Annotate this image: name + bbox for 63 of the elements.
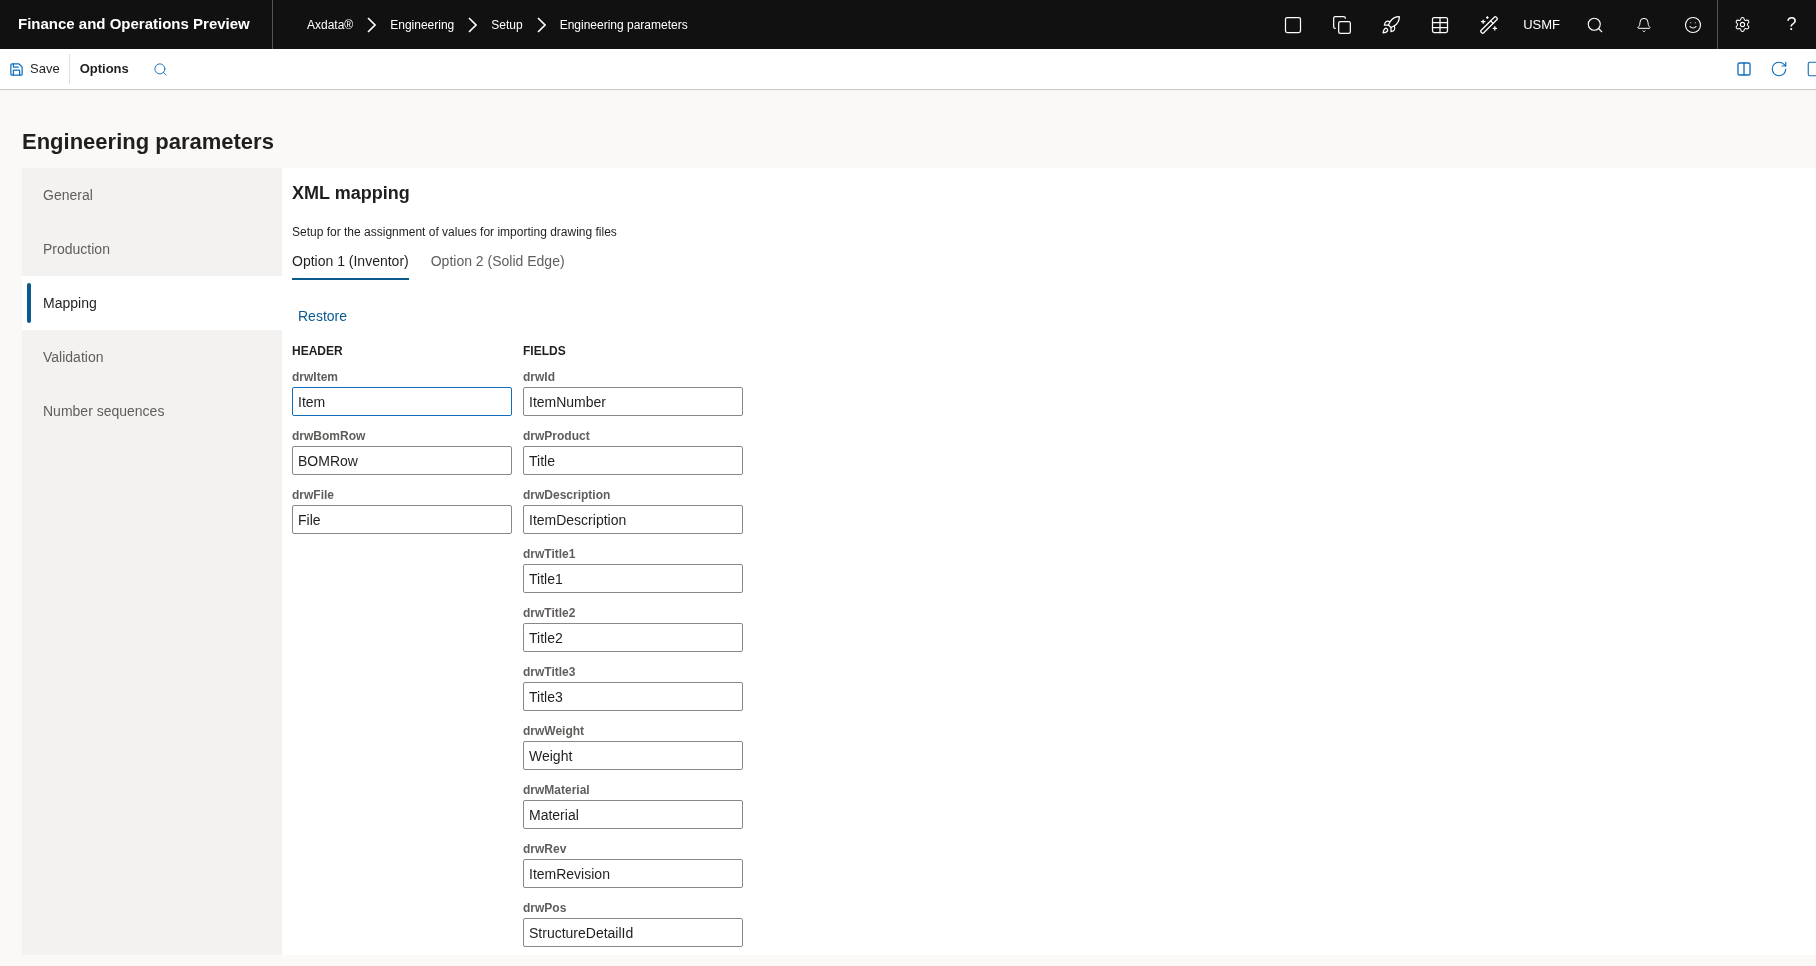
save-button[interactable]: Save [0, 54, 69, 84]
field-label: drwDescription [523, 487, 612, 503]
copy-icon [1331, 14, 1352, 35]
tab[interactable]: Option 1 (Inventor) [292, 251, 409, 280]
field-label: drwTitle3 [523, 664, 577, 680]
breadcrumb-link[interactable]: Setup [491, 15, 523, 34]
field-label: drwTitle1 [523, 546, 577, 562]
panel-icon[interactable] [1806, 60, 1816, 78]
input-field[interactable]: ItemNumber [523, 387, 743, 416]
breadcrumb-link[interactable]: Engineering parameters [559, 15, 688, 34]
settings-icon [1734, 16, 1751, 33]
input-field[interactable]: StructureDetailId [523, 918, 743, 947]
input-field[interactable]: Title2 [523, 623, 743, 652]
input-field[interactable]: BOMRow [292, 446, 512, 475]
section-title: XML mapping [292, 182, 411, 205]
field-label: drwId [523, 369, 556, 385]
field-label: drwProduct [523, 428, 591, 444]
input-field[interactable]: Material [523, 800, 743, 829]
input-field[interactable]: Title1 [523, 564, 743, 593]
chevron-icon [536, 16, 546, 33]
input-field[interactable]: Title3 [523, 682, 743, 711]
breadcrumb-link[interactable]: Axdata® [307, 15, 354, 34]
input-field[interactable]: Title [523, 446, 743, 475]
rocket-icon [1380, 14, 1401, 35]
restore-link[interactable]: Restore [298, 306, 348, 327]
breadcrumb-link[interactable]: Engineering [390, 15, 455, 34]
bell-icon [1635, 16, 1652, 33]
field-label: drwMaterial [523, 782, 591, 798]
field-label: drwRev [523, 841, 568, 857]
sidebar-item[interactable]: Mapping [22, 276, 282, 330]
help-button[interactable]: ? [1767, 0, 1816, 49]
sidebar-item[interactable]: General [22, 168, 282, 222]
refresh-icon[interactable] [1770, 60, 1788, 78]
search-icon [1585, 15, 1604, 34]
company-button[interactable]: USMF [1513, 0, 1570, 49]
magic-wand-icon [1478, 14, 1499, 35]
chevron-icon [367, 16, 377, 33]
smiley-icon [1683, 15, 1702, 34]
column-heading: HEADER [292, 343, 344, 360]
field-label: drwPos [523, 900, 568, 916]
input-field[interactable]: Item [292, 387, 512, 416]
section-description: Setup for the assignment of values for importing drawing files [292, 224, 618, 241]
options-button[interactable]: Options [69, 54, 139, 84]
column-heading: FIELDS [523, 343, 567, 360]
field-label: drwWeight [523, 723, 586, 739]
field-label: drwBomRow [292, 428, 367, 444]
input-field[interactable]: Weight [523, 741, 743, 770]
field-label: drwTitle2 [523, 605, 577, 621]
field-label: drwItem [292, 369, 339, 385]
sidebar-item[interactable]: Production [22, 222, 282, 276]
search-icon [152, 61, 168, 77]
square-icon [1282, 14, 1303, 35]
input-field[interactable]: File [292, 505, 512, 534]
sidebar-item[interactable]: Number sequences [22, 384, 282, 438]
page-title: Engineering parameters [22, 128, 275, 156]
grid-icon [1429, 14, 1450, 35]
field-label: drwFile [292, 487, 335, 503]
chevron-icon [468, 16, 478, 33]
sidebar-item[interactable]: Validation [22, 330, 282, 384]
input-field[interactable]: ItemRevision [523, 859, 743, 888]
tab[interactable]: Option 2 (Solid Edge) [430, 251, 565, 280]
save-icon [9, 61, 24, 77]
input-field[interactable]: ItemDescription [523, 505, 743, 534]
